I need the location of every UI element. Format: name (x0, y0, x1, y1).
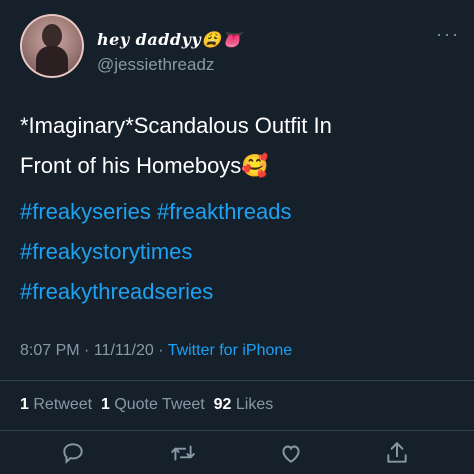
meta-separator: · (84, 342, 90, 359)
more-icon[interactable]: ··· (436, 24, 460, 45)
tweet-header: hey daddyy😩👅 @jessiethreadz ··· (20, 14, 460, 78)
share-icon[interactable] (384, 440, 412, 468)
quote-stat[interactable]: 1 Quote Tweet (101, 396, 205, 413)
tweet-text: *Imaginary*Scandalous Outfit In Front of… (20, 106, 460, 186)
reply-icon[interactable] (60, 440, 88, 468)
retweet-icon[interactable] (170, 440, 198, 468)
likes-stat[interactable]: 92 Likes (214, 396, 274, 413)
avatar[interactable] (20, 14, 84, 78)
divider (0, 430, 474, 431)
avatar-ring (20, 14, 84, 78)
tweet-source[interactable]: Twitter for iPhone (168, 342, 293, 359)
quotes-label: Quote Tweet (114, 396, 205, 413)
tweet-actions (0, 440, 474, 474)
meta-separator: · (158, 342, 164, 359)
divider (0, 380, 474, 381)
likes-label: Likes (235, 396, 274, 413)
hashtag-link[interactable]: #freakyseries #freakthreads (20, 199, 291, 224)
retweets-count: 1 (20, 396, 29, 413)
quotes-count: 1 (100, 396, 110, 413)
hashtags-row-3[interactable]: #freakythreadseries (20, 272, 460, 312)
tweet-meta: 8:07 PM · 11/11/20 · Twitter for iPhone (20, 342, 292, 360)
retweets-label: Retweet (33, 396, 93, 413)
hashtag-link[interactable]: #freakystorytimes (20, 239, 192, 264)
tweet-text-line-2: Front of his Homeboys🥰 (20, 153, 269, 178)
retweet-stat[interactable]: 1 Retweet (20, 396, 92, 413)
hashtags-row-2[interactable]: #freakystorytimes (20, 232, 460, 272)
display-name[interactable]: hey daddyy😩👅 (97, 30, 242, 49)
hashtags-row-1[interactable]: #freakyseries #freakthreads (20, 192, 460, 232)
username[interactable]: @jessiethreadz (97, 55, 214, 75)
tweet-stats: 1 Retweet 1 Quote Tweet 92 Likes (20, 396, 273, 414)
likes-count: 92 (213, 396, 232, 413)
tweet-text-line-1: *Imaginary*Scandalous Outfit In (20, 113, 332, 138)
tweet-detail: hey daddyy😩👅 @jessiethreadz ··· *Imagina… (0, 0, 474, 474)
hashtag-link[interactable]: #freakythreadseries (20, 279, 213, 304)
tweet-time[interactable]: 8:07 PM (20, 342, 80, 359)
like-icon[interactable] (278, 440, 306, 468)
tweet-date[interactable]: 11/11/20 (94, 342, 154, 359)
